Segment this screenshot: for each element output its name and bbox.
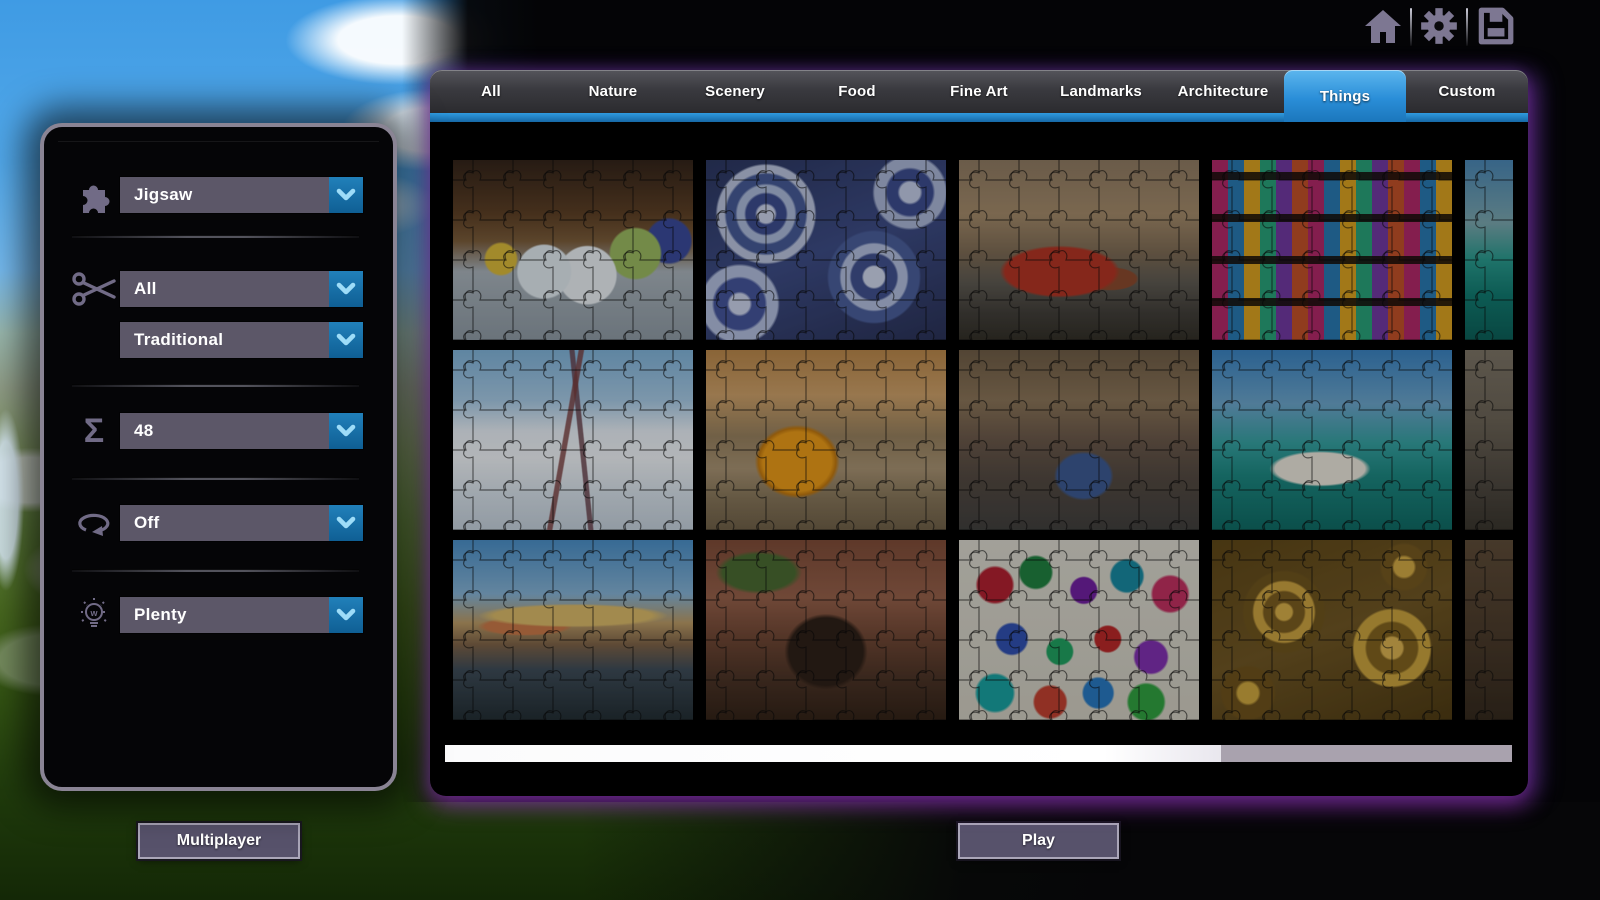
home-button[interactable] xyxy=(1356,4,1410,50)
tab-scenery[interactable]: Scenery xyxy=(674,70,796,113)
svg-text:w: w xyxy=(89,608,98,618)
puzzle-thumbnail-harbor-teal[interactable] xyxy=(1465,160,1513,340)
tab-landmarks[interactable]: Landmarks xyxy=(1040,70,1162,113)
dropdown-jigsaw[interactable]: Jigsaw xyxy=(120,177,363,213)
category-tabbar: AllNatureSceneryFoodFine ArtLandmarksArc… xyxy=(430,70,1528,113)
puzzle-thumbnail-harbor-town[interactable] xyxy=(453,540,693,720)
tab-all[interactable]: All xyxy=(430,70,552,113)
chevron-down-icon[interactable] xyxy=(329,271,363,307)
dropdown-plenty[interactable]: Plenty xyxy=(120,597,363,633)
puzzle-thumbnail-red-truck[interactable] xyxy=(959,160,1199,340)
puzzle-thumbnail-glass-balloons[interactable] xyxy=(959,540,1199,720)
setting-row-plenty: w Plenty xyxy=(68,597,363,633)
topbar xyxy=(1356,4,1522,50)
save-button[interactable] xyxy=(1468,4,1522,50)
puzzle-thumbnail-skis-snow[interactable] xyxy=(453,350,693,530)
settings-divider xyxy=(72,235,359,238)
gallery-scrollbar[interactable] xyxy=(445,745,1512,762)
dropdown-value: Traditional xyxy=(120,330,329,350)
puzzle-grid xyxy=(453,160,1513,720)
dropdown-48[interactable]: 48 xyxy=(120,413,363,449)
puzzle-thumbnail-ceramic-jugs[interactable] xyxy=(453,160,693,340)
jigsaw-game-menu: AllNatureSceneryFoodFine ArtLandmarksArc… xyxy=(0,0,1600,900)
puzzle-thumbnail-wood-detail[interactable] xyxy=(1465,540,1513,720)
dropdown-value: All xyxy=(120,279,329,299)
dropdown-value: Off xyxy=(120,513,329,533)
dropdown-value: Jigsaw xyxy=(120,185,329,205)
settings-panel: Jigsaw All Traditional Σ48 Off w Plenty xyxy=(40,123,397,791)
chevron-down-icon[interactable] xyxy=(329,597,363,633)
setting-row-jigsaw: Jigsaw xyxy=(68,177,363,213)
tab-custom[interactable]: Custom xyxy=(1406,70,1528,113)
multiplayer-button[interactable]: Multiplayer xyxy=(138,823,300,859)
tab-things[interactable]: Things xyxy=(1284,70,1406,122)
hint-bulb-icon: w xyxy=(68,595,120,635)
dropdown-value: Plenty xyxy=(120,605,329,625)
scrollbar-thumb[interactable] xyxy=(445,745,1221,762)
settings-gear-icon xyxy=(1418,5,1460,50)
chevron-down-icon[interactable] xyxy=(329,413,363,449)
puzzle-thumbnail-stone-carving[interactable] xyxy=(1465,350,1513,530)
tab-nature[interactable]: Nature xyxy=(552,70,674,113)
setting-row-48: Σ48 xyxy=(68,413,363,449)
tab-architecture[interactable]: Architecture xyxy=(1162,70,1284,113)
tab-fine-art[interactable]: Fine Art xyxy=(918,70,1040,113)
chevron-down-icon[interactable] xyxy=(329,322,363,358)
sigma-icon: Σ xyxy=(68,414,120,448)
puzzle-thumbnail-shop-front[interactable] xyxy=(706,540,946,720)
dropdown-all[interactable]: All xyxy=(120,271,363,307)
puzzle-thumbnail-yellow-scooter[interactable] xyxy=(706,350,946,530)
home-icon xyxy=(1364,8,1402,47)
chevron-down-icon[interactable] xyxy=(329,505,363,541)
dropdown-off[interactable]: Off xyxy=(120,505,363,541)
settings-button[interactable] xyxy=(1412,4,1466,50)
setting-row-traditional: Traditional xyxy=(68,322,363,358)
puzzle-thumbnail-harbor-boats[interactable] xyxy=(1212,350,1452,530)
setting-row-off: Off xyxy=(68,505,363,541)
puzzle-thumbnail-alley-scooter[interactable] xyxy=(959,350,1199,530)
gallery-panel: AllNatureSceneryFoodFine ArtLandmarksArc… xyxy=(430,70,1528,796)
puzzle-thumbnail-patterned-plates[interactable] xyxy=(706,160,946,340)
save-icon xyxy=(1474,5,1516,50)
settings-divider xyxy=(72,384,359,387)
settings-divider xyxy=(72,477,359,480)
puzzle-piece-icon xyxy=(68,177,120,213)
play-button[interactable]: Play xyxy=(958,823,1119,859)
dropdown-value: 48 xyxy=(120,421,329,441)
puzzle-thumbnail-market-colors[interactable] xyxy=(1212,160,1452,340)
puzzle-thumbnail-gold-plates[interactable] xyxy=(1212,540,1452,720)
settings-divider xyxy=(72,569,359,572)
scissors-icon xyxy=(68,270,120,308)
tab-food[interactable]: Food xyxy=(796,70,918,113)
setting-row-all: All xyxy=(68,271,363,307)
rotation-icon xyxy=(68,508,120,538)
dropdown-traditional[interactable]: Traditional xyxy=(120,322,363,358)
chevron-down-icon[interactable] xyxy=(329,177,363,213)
